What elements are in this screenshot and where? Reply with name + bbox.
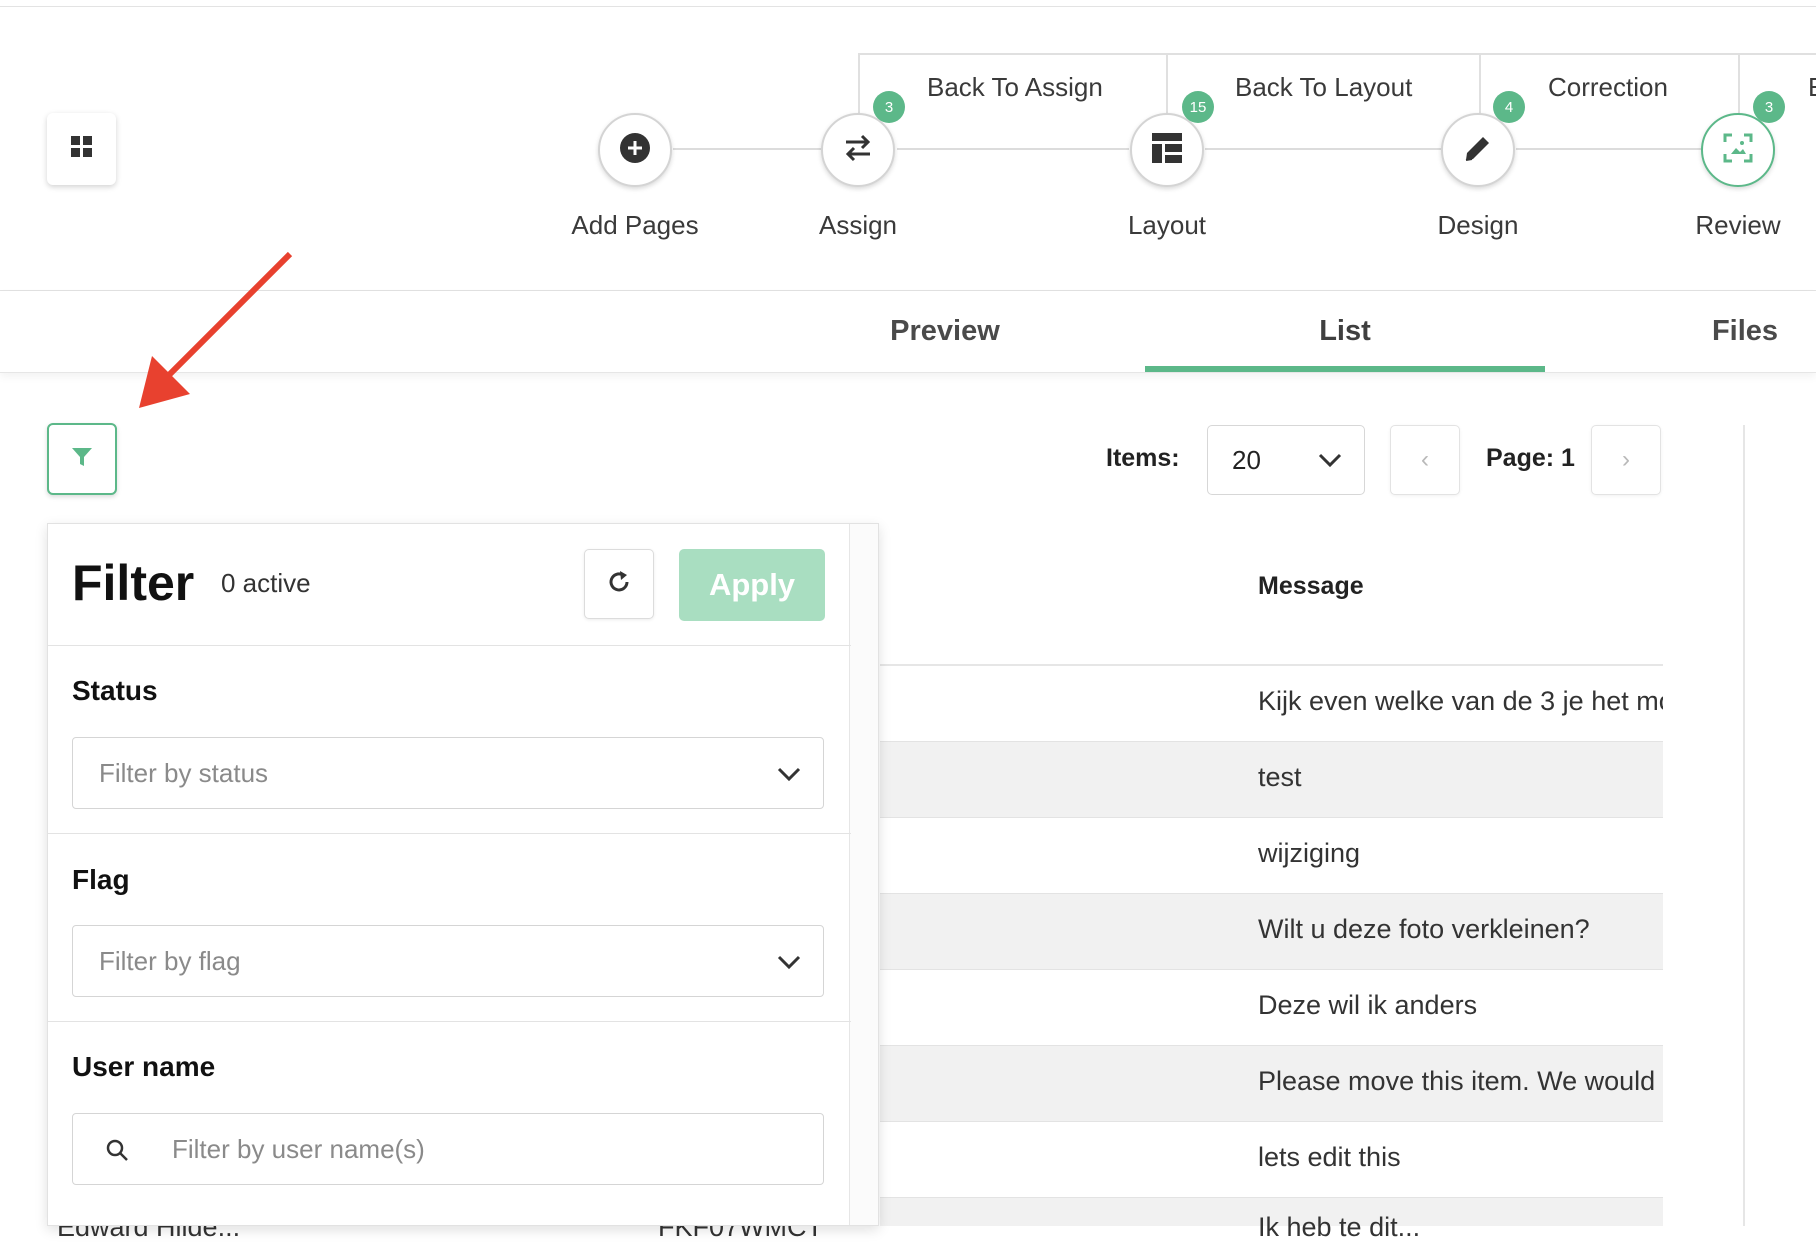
prev-page-button[interactable]: ‹ xyxy=(1390,425,1460,495)
chevron-down-icon xyxy=(777,950,801,981)
message-cell: Kijk even welke van de 3 je het mooist v… xyxy=(1258,686,1663,716)
message-cell: Deze wil ik anders xyxy=(1258,990,1478,1020)
panel-divider xyxy=(48,1021,851,1022)
chevron-right-icon: › xyxy=(1622,446,1630,473)
step-label-add-pages: Add Pages xyxy=(571,210,699,240)
message-cell: Wilt u deze foto verkleinen? xyxy=(1258,914,1590,944)
message-cell: Please move this item. We would like xyxy=(1258,1066,1663,1096)
step-review[interactable] xyxy=(1701,113,1775,187)
items-per-page-value: 20 xyxy=(1232,444,1261,475)
table-row[interactable]: Deze wil ik anders xyxy=(880,970,1663,1046)
plus-circle-icon xyxy=(619,132,651,169)
message-cell: test xyxy=(1258,762,1302,792)
assign-count-badge: 3 xyxy=(873,91,905,123)
pencil-icon xyxy=(1463,133,1493,168)
funnel-icon xyxy=(71,446,93,473)
design-count-badge: 4 xyxy=(1493,91,1525,123)
panel-divider xyxy=(48,833,851,834)
connector xyxy=(1205,148,1442,150)
connector xyxy=(1516,148,1701,150)
step-assign[interactable] xyxy=(821,113,895,187)
panel-scrollbar[interactable] xyxy=(849,524,878,1225)
reset-filters-button[interactable] xyxy=(584,549,654,619)
message-cell: Ik heb te dit... xyxy=(1258,1212,1421,1242)
flag-placeholder: Filter by flag xyxy=(99,945,241,976)
message-cell: lets edit this xyxy=(1258,1142,1401,1172)
table-row[interactable]: Please move this item. We would like xyxy=(880,1046,1663,1122)
flag-select[interactable]: Filter by flag xyxy=(72,925,824,997)
tab-list[interactable]: List xyxy=(1145,291,1545,372)
message-cell: wijziging xyxy=(1258,838,1361,868)
content-divider xyxy=(1743,425,1745,1226)
user-name-placeholder: Filter by user name(s) xyxy=(172,1134,425,1164)
status-select[interactable]: Filter by status xyxy=(72,737,824,809)
chevron-down-icon xyxy=(777,762,801,793)
connector xyxy=(673,148,823,150)
correction-link[interactable]: Correction xyxy=(1548,72,1668,103)
apply-button[interactable]: Apply xyxy=(679,549,825,621)
step-add-pages[interactable] xyxy=(598,113,672,187)
step-label-design: Design xyxy=(1437,210,1519,240)
step-design[interactable] xyxy=(1441,113,1515,187)
page-indicator: Page: 1 xyxy=(1486,444,1575,472)
table-row[interactable]: Kijk even welke van de 3 je het mooist v… xyxy=(880,666,1663,742)
table-row[interactable]: Wilt u deze foto verkleinen? xyxy=(880,894,1663,970)
flag-section-title: Flag xyxy=(72,864,130,895)
step-label-assign: Assign xyxy=(818,210,898,240)
active-filter-count: 0 active xyxy=(221,568,311,598)
filter-panel: Filter 0 active Apply Status Filter by s… xyxy=(47,523,879,1226)
back-to-assign-link[interactable]: Back To Assign xyxy=(927,72,1103,103)
search-icon xyxy=(105,1138,129,1167)
user-name-section-title: User name xyxy=(72,1051,216,1082)
image-focus-icon xyxy=(1723,133,1753,168)
layout-grid-icon xyxy=(1152,132,1182,168)
filter-title: Filter xyxy=(72,555,195,611)
workflow-stepper: Back To Assign Back To Layout Correction… xyxy=(0,0,1816,290)
refresh-icon xyxy=(606,569,632,600)
chevron-down-icon xyxy=(1318,448,1342,479)
step-label-review: Review xyxy=(1695,210,1781,240)
connector xyxy=(897,148,1129,150)
panel-divider xyxy=(48,645,851,646)
status-placeholder: Filter by status xyxy=(99,757,269,788)
tab-preview[interactable]: Preview xyxy=(745,291,1145,372)
step-label-layout: Layout xyxy=(1127,210,1207,240)
user-name-input[interactable]: Filter by user name(s) xyxy=(72,1113,824,1185)
next-back-link[interactable]: E xyxy=(1808,72,1816,103)
next-page-button[interactable]: › xyxy=(1591,425,1661,495)
filter-toggle-button[interactable] xyxy=(47,423,117,495)
table-row[interactable]: test xyxy=(880,742,1663,818)
chevron-left-icon: ‹ xyxy=(1421,446,1429,473)
view-tabs: Preview List Files xyxy=(0,291,1816,373)
items-per-page-select[interactable]: 20 xyxy=(1207,425,1365,495)
column-header-message[interactable]: Message xyxy=(1258,572,1364,601)
tab-files[interactable]: Files xyxy=(1545,291,1816,372)
review-count-badge: 3 xyxy=(1753,91,1785,123)
step-layout[interactable] xyxy=(1130,113,1204,187)
table-row[interactable]: lets edit this xyxy=(880,1122,1663,1198)
swap-arrows-icon xyxy=(842,133,874,168)
status-section-title: Status xyxy=(72,675,158,706)
items-per-page-label: Items: xyxy=(1106,444,1180,472)
back-to-layout-link[interactable]: Back To Layout xyxy=(1235,72,1412,103)
table-row[interactable]: wijziging xyxy=(880,818,1663,894)
layout-count-badge: 15 xyxy=(1182,91,1214,123)
